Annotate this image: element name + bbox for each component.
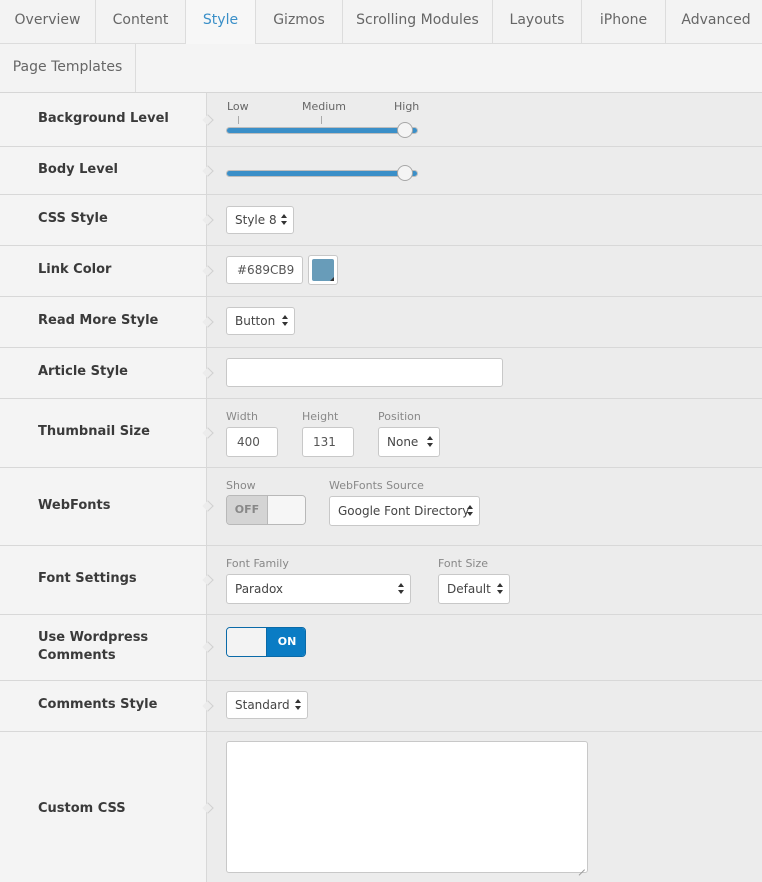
- font-settings-label: Font Settings: [38, 571, 137, 586]
- row-comments-style: Comments Style Standard: [0, 681, 762, 732]
- body-level-label: Body Level: [38, 162, 118, 177]
- row-link-color: Link Color #689CB9: [0, 246, 762, 297]
- css-style-label: CSS Style: [38, 211, 108, 226]
- toggle-on-label: ON: [267, 628, 305, 656]
- webfonts-show-toggle[interactable]: OFF: [226, 495, 306, 525]
- row-font-settings: Font Settings Font Family Paradox Font S…: [0, 546, 762, 615]
- css-style-select[interactable]: Style 8: [226, 206, 294, 234]
- select-arrows-icon: [398, 583, 404, 595]
- link-color-swatch[interactable]: [308, 255, 338, 285]
- tab-page-templates[interactable]: Page Templates: [0, 44, 136, 92]
- tick-low: [238, 116, 239, 124]
- link-color-input[interactable]: #689CB9: [226, 256, 303, 284]
- comments-style-label: Comments Style: [38, 697, 158, 712]
- thumbnail-width-input[interactable]: 400: [226, 427, 278, 457]
- webfonts-label: WebFonts: [38, 498, 111, 513]
- tab-overview[interactable]: Overview: [0, 0, 96, 44]
- select-arrows-icon: [281, 214, 287, 226]
- resize-handle-icon[interactable]: [577, 862, 585, 870]
- tab-gizmos[interactable]: Gizmos: [256, 0, 343, 44]
- tab-advanced[interactable]: Advanced: [666, 0, 762, 44]
- read-more-style-select[interactable]: Button: [226, 307, 295, 335]
- font-family-select[interactable]: Paradox: [226, 574, 411, 604]
- row-read-more-style: Read More Style Button: [0, 297, 762, 348]
- wordpress-comments-label-line1: Use Wordpress: [38, 630, 149, 645]
- row-webfonts: WebFonts Show OFF WebFonts Source Google…: [0, 468, 762, 546]
- select-arrows-icon: [282, 315, 288, 327]
- tab-iphone[interactable]: iPhone: [582, 0, 666, 44]
- tick-high-label: High: [394, 100, 420, 113]
- background-level-knob[interactable]: [397, 122, 413, 138]
- font-family-value: Paradox: [235, 582, 284, 596]
- position-label: Position: [378, 410, 421, 423]
- article-style-input[interactable]: [226, 358, 503, 387]
- tab-style[interactable]: Style: [186, 0, 256, 44]
- show-label: Show: [226, 479, 256, 492]
- comments-style-value: Standard: [235, 698, 290, 712]
- font-family-label: Font Family: [226, 557, 289, 570]
- article-style-label: Article Style: [38, 364, 128, 379]
- height-label: Height: [302, 410, 339, 423]
- link-color-label: Link Color: [38, 262, 112, 277]
- select-arrows-icon: [497, 583, 503, 595]
- row-thumbnail-size: Thumbnail Size Width 400 Height 131 Posi…: [0, 399, 762, 468]
- comments-style-select[interactable]: Standard: [226, 691, 308, 719]
- row-css-style: CSS Style Style 8: [0, 195, 762, 246]
- thumbnail-position-select[interactable]: None: [378, 427, 440, 457]
- row-article-style: Article Style: [0, 348, 762, 399]
- toggle-knob: [267, 496, 305, 524]
- thumbnail-size-label: Thumbnail Size: [38, 424, 150, 439]
- read-more-style-value: Button: [235, 314, 276, 328]
- read-more-style-label: Read More Style: [38, 313, 159, 328]
- tab-content[interactable]: Content: [96, 0, 186, 44]
- wordpress-comments-label-line2: Comments: [38, 648, 116, 663]
- font-size-select[interactable]: Default: [438, 574, 510, 604]
- webfonts-source-label: WebFonts Source: [329, 479, 424, 492]
- row-custom-css: Custom CSS: [0, 732, 762, 882]
- webfonts-source-value: Google Font Directory: [338, 504, 470, 518]
- webfonts-source-select[interactable]: Google Font Directory: [329, 496, 480, 526]
- toggle-off-label: OFF: [227, 496, 267, 524]
- body-level-slider[interactable]: [226, 165, 418, 181]
- thumbnail-position-value: None: [387, 435, 419, 449]
- tick-low-label: Low: [227, 100, 249, 113]
- row-background-level: Background Level Low Medium High: [0, 93, 762, 147]
- tick-medium-label: Medium: [302, 100, 346, 113]
- select-arrows-icon: [467, 505, 473, 517]
- background-level-label: Background Level: [38, 111, 169, 126]
- thumbnail-height-input[interactable]: 131: [302, 427, 354, 457]
- row-wordpress-comments: Use Wordpress Comments ON: [0, 615, 762, 681]
- custom-css-textarea[interactable]: [226, 741, 588, 873]
- toggle-knob: [227, 628, 267, 656]
- select-arrows-icon: [427, 436, 433, 448]
- body-level-fill: [227, 171, 417, 176]
- swatch-corner-icon: [330, 277, 334, 281]
- width-label: Width: [226, 410, 258, 423]
- css-style-value: Style 8: [235, 213, 277, 227]
- custom-css-label: Custom CSS: [38, 801, 126, 816]
- wordpress-comments-toggle[interactable]: ON: [226, 627, 306, 657]
- select-arrows-icon: [295, 699, 301, 711]
- background-level-fill: [227, 128, 417, 133]
- tab-scrolling-modules[interactable]: Scrolling Modules: [343, 0, 493, 44]
- tab-layouts[interactable]: Layouts: [493, 0, 582, 44]
- tick-medium: [321, 116, 322, 124]
- background-level-slider[interactable]: [226, 122, 418, 138]
- body-level-knob[interactable]: [397, 165, 413, 181]
- row-body-level: Body Level: [0, 147, 762, 195]
- font-size-value: Default: [447, 582, 491, 596]
- tab-bar: Overview Content Style Gizmos Scrolling …: [0, 0, 762, 92]
- font-size-label: Font Size: [438, 557, 489, 570]
